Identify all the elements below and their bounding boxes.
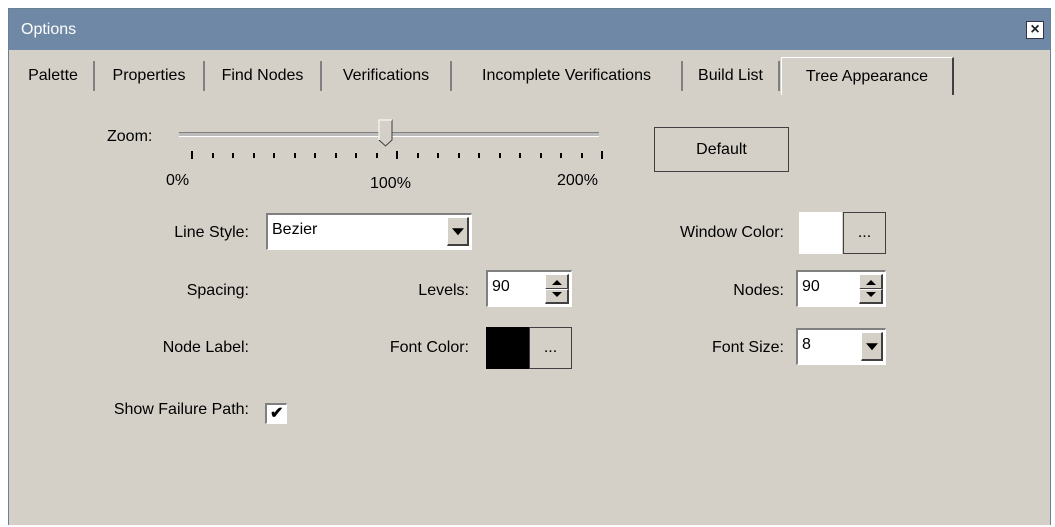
line-style-value: Bezier <box>272 221 318 238</box>
font-color-swatch <box>486 327 529 369</box>
tab-build-list[interactable]: Build List <box>683 61 780 91</box>
zoom-tick <box>519 153 521 158</box>
zoom-tick <box>396 151 398 159</box>
spacing-label: Spacing: <box>186 282 249 299</box>
levels-spinner[interactable]: 90 <box>486 270 572 307</box>
nodes-value: 90 <box>802 278 820 295</box>
tab-find-nodes[interactable]: Find Nodes <box>205 61 322 91</box>
levels-down-icon[interactable] <box>545 289 569 304</box>
zoom-tick <box>560 153 562 158</box>
zoom-slider-thumb[interactable] <box>378 119 394 147</box>
zoom-tick <box>601 151 603 159</box>
zoom-tick <box>437 153 439 158</box>
zoom-tick <box>539 153 542 158</box>
font-color-button[interactable]: ... <box>529 327 572 369</box>
zoom-tick <box>293 153 296 158</box>
font-size-dropdown[interactable]: 8 <box>796 328 886 365</box>
zoom-tick <box>580 153 583 158</box>
zoom-tick <box>478 153 480 158</box>
tab-verifications[interactable]: Verifications <box>322 61 452 91</box>
zoom-tick <box>334 153 337 158</box>
zoom-tick <box>232 153 234 158</box>
window-title: Options <box>21 21 77 38</box>
title-bar: Options × <box>9 9 1050 50</box>
font-color-label: Font Color: <box>389 339 469 356</box>
zoom-tick <box>273 153 275 158</box>
chevron-down-icon[interactable] <box>861 332 883 361</box>
show-failure-path-checkbox[interactable]: ✔ <box>265 403 287 424</box>
zoom-label: Zoom: <box>107 128 153 145</box>
levels-up-icon[interactable] <box>545 274 569 290</box>
tab-strip: Palette Properties Find Nodes Verificati… <box>9 50 1050 96</box>
tab-tree-appearance[interactable]: Tree Appearance <box>781 57 954 95</box>
tab-properties[interactable]: Properties <box>95 61 205 91</box>
zoom-min-label: 0% <box>166 172 190 189</box>
default-button[interactable]: Default <box>654 127 789 172</box>
tree-appearance-panel: Zoom: 0% 100% 200% Default Line Style: B… <box>9 95 1050 525</box>
zoom-tick <box>416 153 419 158</box>
font-size-label: Font Size: <box>711 339 784 356</box>
window-color-swatch <box>799 212 842 254</box>
zoom-tick <box>355 153 357 158</box>
font-size-value: 8 <box>802 336 811 353</box>
levels-value: 90 <box>492 278 510 295</box>
zoom-mid-label: 100% <box>370 175 411 192</box>
chevron-down-icon[interactable] <box>447 217 469 246</box>
zoom-tick <box>314 153 316 158</box>
zoom-tick <box>252 153 255 158</box>
zoom-tick <box>498 153 501 158</box>
window-color-button[interactable]: ... <box>843 212 886 254</box>
line-style-dropdown[interactable]: Bezier <box>266 213 472 250</box>
node-label-label: Node Label: <box>162 339 249 356</box>
window-color-label: Window Color: <box>679 224 784 241</box>
zoom-tick <box>211 153 214 158</box>
levels-label: Levels: <box>418 282 469 299</box>
options-window: Options × Palette Properties Find Nodes … <box>8 8 1051 525</box>
zoom-slider[interactable] <box>174 115 604 165</box>
line-style-label: Line Style: <box>174 224 249 241</box>
checkmark-icon: ✔ <box>270 405 284 422</box>
show-failure-path-label: Show Failure Path: <box>113 401 249 418</box>
tab-palette[interactable]: Palette <box>13 61 95 91</box>
nodes-down-icon[interactable] <box>859 289 883 304</box>
zoom-max-label: 200% <box>557 172 598 189</box>
zoom-tick <box>191 151 193 159</box>
nodes-up-icon[interactable] <box>859 274 883 290</box>
tab-incomplete-verifications[interactable]: Incomplete Verifications <box>452 61 683 91</box>
close-icon[interactable]: × <box>1026 21 1044 39</box>
zoom-tick <box>375 153 378 158</box>
nodes-label: Nodes: <box>733 282 784 299</box>
nodes-spinner[interactable]: 90 <box>796 270 886 307</box>
zoom-tick <box>457 153 460 158</box>
